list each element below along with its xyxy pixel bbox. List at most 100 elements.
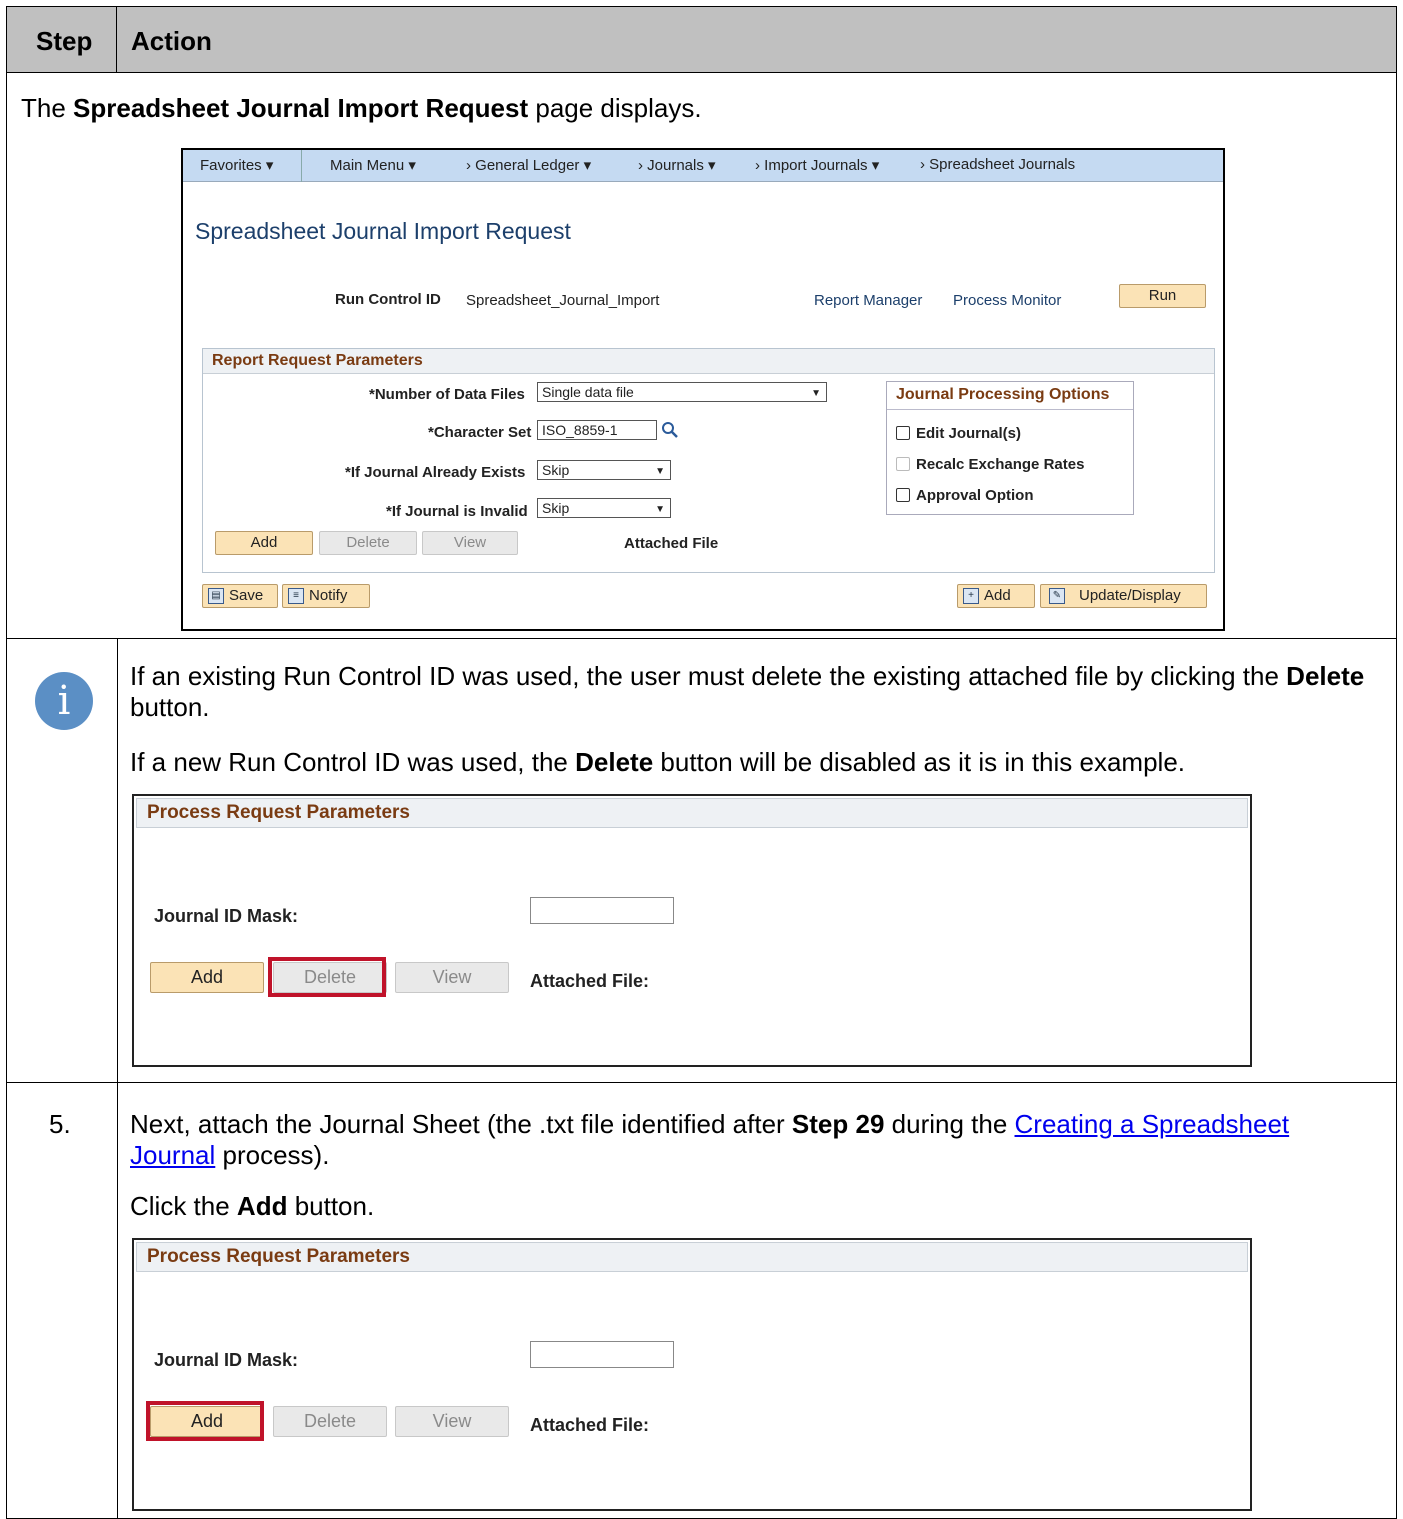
exists-select[interactable]: Skip ▼ (537, 460, 671, 480)
exists-label: *If Journal Already Exists (345, 464, 526, 481)
edit-journal-checkbox[interactable] (896, 426, 910, 440)
nav-import-journals[interactable]: › Import Journals ▾ (755, 156, 879, 174)
journal-processing-options: Journal Processing Options Edit Journal(… (886, 381, 1134, 515)
recalc-checkbox[interactable] (896, 457, 910, 471)
journal-id-mask-input[interactable] (530, 1341, 674, 1368)
add-new-button[interactable]: + Add (957, 584, 1035, 608)
update-display-icon: ✎ (1049, 588, 1065, 604)
save-icon: ▤ (208, 588, 224, 604)
table-row: i If an existing Run Control ID was used… (7, 639, 1396, 1083)
delete-highlight (268, 957, 386, 997)
view-button[interactable]: View (422, 531, 518, 555)
nav-main-menu[interactable]: Main Menu ▾ (330, 156, 416, 174)
process-request-parameters-screenshot: Process Request Parameters Journal ID Ma… (132, 1238, 1252, 1511)
num-files-select[interactable]: Single data file ▼ (537, 382, 827, 402)
add-highlight (146, 1401, 264, 1441)
row2-p1-pre: If an existing Run Control ID was used, … (130, 661, 1287, 691)
approval-label: Approval Option (916, 487, 1034, 504)
prp-title: Process Request Parameters (136, 1242, 1248, 1272)
add-button[interactable]: Add (150, 962, 264, 993)
report-request-parameters: Report Request Parameters *Number of Dat… (202, 348, 1215, 573)
page-title: Spreadsheet Journal Import Request (195, 218, 571, 244)
row3-p1-mid: during the (884, 1109, 1015, 1139)
table-header-row: Step Action (7, 7, 1396, 73)
process-request-parameters-screenshot: Process Request Parameters Journal ID Ma… (132, 794, 1252, 1067)
num-files-label: *Number of Data Files (369, 386, 525, 403)
row3-p2-bold: Add (236, 1191, 288, 1221)
add-page-icon: + (963, 588, 979, 604)
update-display-label: Update/Display (1079, 587, 1181, 604)
procedure-table: Step Action The Spreadsheet Journal Impo… (6, 6, 1397, 1519)
attached-file-label: Attached File (624, 535, 719, 552)
row3-p1-bold: Step 29 (791, 1109, 885, 1139)
delete-button[interactable]: Delete (273, 1406, 387, 1437)
journal-id-mask-label: Journal ID Mask: (154, 906, 299, 926)
info-icon: i (35, 672, 93, 730)
row1-intro: The Spreadsheet Journal Import Request p… (21, 93, 702, 124)
nav-bar: Favorites ▾ Main Menu ▾ › General Ledger… (183, 150, 1223, 182)
intro-text-post: page displays. (528, 93, 702, 123)
run-control-label: Run Control ID (335, 291, 441, 308)
invalid-value: Skip (542, 500, 570, 516)
row2-p2-bold: Delete (575, 747, 654, 777)
charset-label: *Character Set (428, 424, 532, 441)
save-label: Save (229, 587, 264, 604)
edit-journal-label: Edit Journal(s) (916, 425, 1022, 442)
report-manager-link[interactable]: Report Manager (814, 292, 922, 309)
row2-p1-bold: Delete (1286, 661, 1365, 691)
row2-paragraph-2: If a new Run Control ID was used, the De… (130, 747, 1390, 778)
attached-file-label: Attached File: (530, 1415, 650, 1435)
recalc-label: Recalc Exchange Rates (916, 456, 1085, 473)
row3-p1-pre: Next, attach the Journal Sheet (the .txt… (130, 1109, 792, 1139)
notify-button[interactable]: ≡ Notify (282, 584, 370, 608)
intro-page-name: Spreadsheet Journal Import Request (73, 93, 529, 123)
add-button[interactable]: Add (215, 531, 313, 555)
row2-paragraph-1: If an existing Run Control ID was used, … (130, 661, 1390, 723)
header-action: Action (131, 26, 212, 56)
intro-text-pre: The (21, 93, 74, 123)
step-number: 5. (49, 1109, 71, 1139)
view-button[interactable]: View (395, 962, 509, 993)
delete-button[interactable]: Delete (319, 531, 417, 555)
attached-file-label: Attached File: (530, 971, 650, 991)
update-display-button[interactable]: ✎ Update/Display (1040, 584, 1207, 608)
group-title: Report Request Parameters (203, 349, 1214, 374)
nav-spreadsheet-journals[interactable]: › Spreadsheet Journals (920, 156, 1075, 173)
table-row: 5. Next, attach the Journal Sheet (the .… (7, 1083, 1396, 1519)
process-monitor-link[interactable]: Process Monitor (953, 292, 1061, 309)
row3-p1-post: process). (215, 1140, 330, 1170)
notify-icon: ≡ (288, 588, 304, 604)
nav-journals[interactable]: › Journals ▾ (638, 156, 716, 174)
row3-paragraph-1: Next, attach the Journal Sheet (the .txt… (130, 1109, 1330, 1171)
options-title: Journal Processing Options (887, 382, 1133, 410)
row2-p2-pre: If a new Run Control ID was used, the (130, 747, 576, 777)
row3-p2-pre: Click the (130, 1191, 237, 1221)
lookup-search-icon[interactable] (661, 421, 679, 439)
row2-p2-post: button will be disabled as it is in this… (653, 747, 1186, 777)
view-button[interactable]: View (395, 1406, 509, 1437)
journal-id-mask-label: Journal ID Mask: (154, 1350, 299, 1370)
approval-checkbox[interactable] (896, 488, 910, 502)
chevron-down-icon: ▼ (655, 504, 665, 515)
nav-favorites[interactable]: Favorites ▾ (200, 156, 273, 174)
exists-value: Skip (542, 462, 570, 478)
chevron-down-icon: ▼ (811, 388, 821, 399)
header-step: Step (7, 7, 117, 72)
row2-p1-post: button. (130, 692, 210, 722)
journal-id-mask-input[interactable] (530, 897, 674, 924)
run-control-value: Spreadsheet_Journal_Import (466, 292, 660, 309)
table-row: The Spreadsheet Journal Import Request p… (7, 73, 1396, 639)
charset-input[interactable]: ISO_8859-1 (537, 420, 657, 440)
chevron-down-icon: ▼ (655, 466, 665, 477)
row3-paragraph-2: Click the Add button. (130, 1191, 374, 1222)
row3-p2-post: button. (287, 1191, 375, 1221)
nav-general-ledger[interactable]: › General Ledger ▾ (466, 156, 591, 174)
invalid-label: *If Journal is Invalid (386, 503, 528, 520)
notify-label: Notify (309, 587, 348, 604)
run-button[interactable]: Run (1119, 284, 1206, 308)
spreadsheet-import-screenshot: Favorites ▾ Main Menu ▾ › General Ledger… (181, 148, 1225, 631)
invalid-select[interactable]: Skip ▼ (537, 498, 671, 518)
add-new-label: Add (984, 587, 1011, 604)
prp-title: Process Request Parameters (136, 798, 1248, 828)
save-button[interactable]: ▤ Save (202, 584, 278, 608)
